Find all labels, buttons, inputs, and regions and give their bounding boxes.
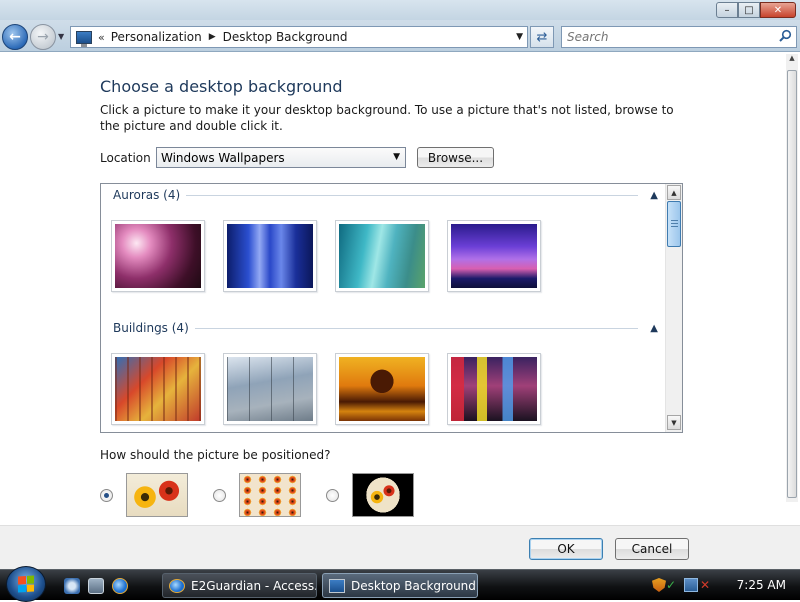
wallpaper-image <box>451 224 537 288</box>
grip-line <box>671 223 678 224</box>
wallpaper-image <box>115 357 201 421</box>
position-center-radio[interactable] <box>326 489 339 502</box>
taskbar-item-label: E2Guardian - Access... <box>191 578 317 593</box>
scroll-up-button[interactable]: ▲ <box>667 185 681 200</box>
control-panel-icon <box>76 30 92 47</box>
scroll-up-icon[interactable]: ▲ <box>787 54 797 68</box>
refresh-button[interactable]: ⇄ <box>530 26 554 48</box>
group-title: Auroras (4) <box>113 188 181 202</box>
cancel-button[interactable]: Cancel <box>615 538 689 560</box>
group-header-auroras[interactable]: Auroras (4) ▲ <box>113 187 658 203</box>
refresh-icon: ⇄ <box>536 29 548 45</box>
thumbnail-aurora-pink[interactable] <box>111 220 205 292</box>
address-bar[interactable]: « Personalization ▶ Desktop Background ▼ <box>70 26 528 48</box>
collapse-icon[interactable]: ▲ <box>650 323 658 334</box>
thumbnail-aurora-teal[interactable] <box>335 220 429 292</box>
thumbnail-aurora-purple[interactable] <box>447 220 541 292</box>
grip-line <box>671 220 678 221</box>
show-desktop-icon[interactable] <box>64 578 80 594</box>
wallpaper-gallery[interactable]: Auroras (4) ▲ Buildings (4) ▲ ▲ ▼ <box>100 183 683 433</box>
group-divider <box>194 327 639 329</box>
minimize-button[interactable]: – <box>716 2 738 18</box>
position-fit-radio[interactable] <box>100 489 113 502</box>
collapse-icon[interactable]: ▲ <box>650 190 658 201</box>
back-button[interactable]: ← <box>2 24 28 50</box>
thumbnail-city-signs[interactable] <box>447 353 541 425</box>
navigation-bar: ← → ▼ « Personalization ▶ Desktop Backgr… <box>0 20 800 52</box>
search-icon[interactable] <box>778 29 792 43</box>
position-question: How should the picture be positioned? <box>100 448 331 462</box>
location-value: Windows Wallpapers <box>161 150 285 165</box>
group-header-buildings[interactable]: Buildings (4) ▲ <box>113 320 658 336</box>
scroll-thumb[interactable] <box>667 201 681 247</box>
ok-button[interactable]: OK <box>529 538 603 560</box>
page-title: Choose a desktop background <box>100 77 343 96</box>
group-divider <box>186 194 639 196</box>
grip-line <box>671 226 678 227</box>
wallpaper-image <box>227 224 313 288</box>
page-description: Click a picture to make it your desktop … <box>100 103 674 133</box>
window-controls: – □ ✕ <box>716 2 796 18</box>
wallpaper-image <box>339 357 425 421</box>
taskbar-item-label: Desktop Background <box>351 578 476 593</box>
gallery-scrollbar[interactable]: ▲ ▼ <box>665 184 682 432</box>
position-tile-radio[interactable] <box>213 489 226 502</box>
chevrons-icon[interactable]: « <box>98 31 105 44</box>
recent-pages-dropdown-icon[interactable]: ▼ <box>58 32 64 41</box>
location-dropdown[interactable]: Windows Wallpapers ▼ <box>156 147 406 168</box>
scroll-down-button[interactable]: ▼ <box>667 415 681 430</box>
maximize-button[interactable]: □ <box>738 2 760 18</box>
position-tile-preview[interactable] <box>239 473 301 517</box>
internet-explorer-icon[interactable] <box>112 578 128 594</box>
position-center-preview[interactable] <box>352 473 414 517</box>
switch-windows-icon[interactable] <box>88 578 104 594</box>
network-icon[interactable] <box>684 578 698 592</box>
windows-logo-icon <box>18 575 34 593</box>
search-input[interactable] <box>567 30 767 44</box>
wallpaper-image <box>339 224 425 288</box>
search-box[interactable] <box>561 26 797 48</box>
start-button[interactable] <box>6 566 46 602</box>
clock[interactable]: 7:25 AM <box>737 578 786 592</box>
breadcrumb-separator-icon[interactable]: ▶ <box>209 32 216 42</box>
position-fit-preview[interactable] <box>126 473 188 517</box>
breadcrumb-desktop-background[interactable]: Desktop Background <box>223 30 348 44</box>
checkmark-icon[interactable]: ✓ <box>666 578 680 592</box>
wallpaper-image <box>115 224 201 288</box>
back-arrow-icon: ← <box>9 29 21 45</box>
system-tray: ✓ ✕ 7:25 AM <box>640 570 800 601</box>
thumbnail-aurora-blue[interactable] <box>223 220 317 292</box>
wallpaper-image <box>227 357 313 421</box>
thumbnail-building-windows[interactable] <box>223 353 317 425</box>
dialog-footer: OK Cancel <box>0 525 800 569</box>
forward-arrow-icon: → <box>37 29 49 45</box>
thumbnail-building-glass[interactable] <box>111 353 205 425</box>
internet-explorer-icon <box>169 578 185 593</box>
page-scrollbar[interactable]: ▲ <box>786 54 798 502</box>
breadcrumb-personalization[interactable]: Personalization <box>111 30 202 44</box>
taskbar-item-desktop-background[interactable]: Desktop Background <box>322 573 478 598</box>
chevron-down-icon: ▼ <box>393 152 400 162</box>
browse-button[interactable]: Browse... <box>417 147 494 168</box>
page-scroll-thumb[interactable] <box>787 70 797 498</box>
security-shield-icon[interactable] <box>652 578 666 592</box>
group-title: Buildings (4) <box>113 321 189 335</box>
control-panel-icon <box>329 578 345 593</box>
wallpaper-image <box>451 357 537 421</box>
title-bar: – □ ✕ <box>0 0 800 20</box>
content-pane: Choose a desktop background Click a pict… <box>0 53 786 525</box>
volume-muted-icon[interactable]: ✕ <box>700 578 714 592</box>
address-dropdown-icon[interactable]: ▼ <box>516 32 523 42</box>
taskbar: E2Guardian - Access... Desktop Backgroun… <box>0 566 800 602</box>
thumbnail-taj-mahal[interactable] <box>335 353 429 425</box>
close-button[interactable]: ✕ <box>760 2 796 18</box>
forward-button[interactable]: → <box>30 24 56 50</box>
taskbar-item-e2guardian[interactable]: E2Guardian - Access... <box>162 573 317 598</box>
location-label: Location <box>100 151 151 165</box>
